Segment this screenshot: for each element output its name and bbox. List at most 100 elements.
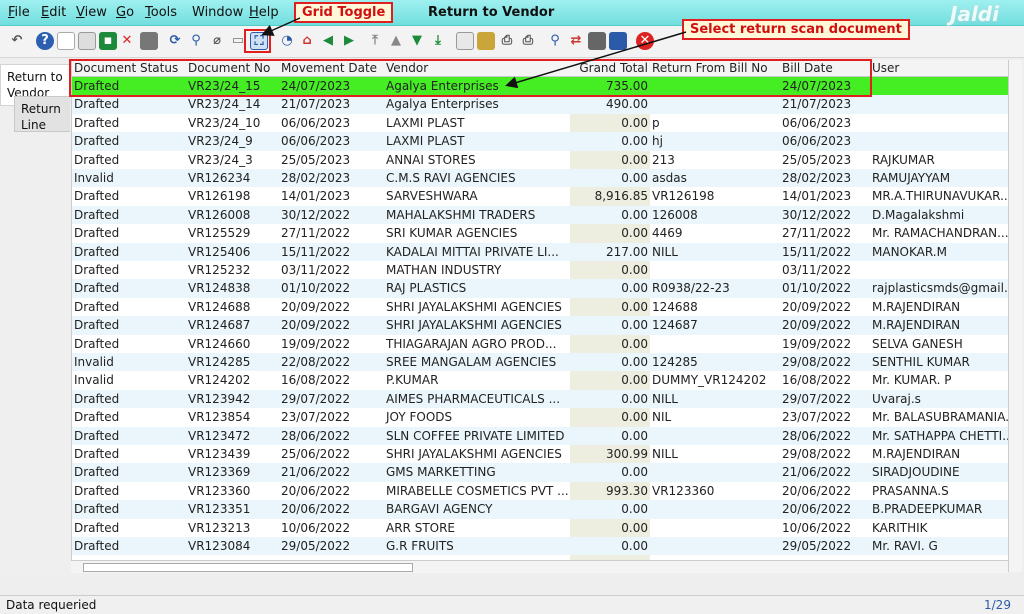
status-bar: Data requeried 1/29	[0, 595, 1024, 614]
table-row[interactable]: Drafted VR125232 03/11/2022 MATHAN INDUSTRY…	[72, 261, 1008, 279]
refresh-icon[interactable]: ⟳	[166, 32, 184, 50]
undo-icon[interactable]: ↶	[8, 32, 26, 50]
table-cell: Drafted	[74, 410, 120, 425]
home-icon[interactable]: ⌂	[298, 32, 316, 50]
attachment-icon[interactable]: ⌀	[208, 32, 226, 50]
close-icon[interactable]: ✕	[636, 32, 654, 50]
table-cell: ANNAI STORES	[386, 152, 476, 167]
table-cell: RAJ PLASTICS	[386, 281, 467, 296]
menu-help[interactable]: Help	[249, 5, 279, 20]
table-cell: Drafted	[74, 263, 120, 277]
table-row[interactable]: Invalid VR124202 16/08/2022 P.KUMAR 0.00 DUMM…	[72, 371, 1008, 389]
menu-edit[interactable]: Edit	[41, 5, 66, 20]
table-row[interactable]: Invalid VR126234 28/02/2023 C.M.S RAVI AGEN…	[72, 169, 1008, 188]
new-record-icon[interactable]	[57, 32, 75, 50]
history-icon[interactable]: ◔	[278, 32, 296, 50]
save-icon[interactable]: ▪	[99, 32, 117, 50]
last-record-icon[interactable]: ⤓	[429, 32, 447, 50]
table-cell: 10/06/2022	[782, 520, 852, 535]
copy-record-icon[interactable]	[78, 32, 96, 50]
vertical-scrollbar[interactable]	[1008, 60, 1022, 572]
save-disabled-icon[interactable]	[140, 32, 158, 50]
help-icon[interactable]: ?	[36, 32, 54, 50]
page-counter[interactable]: 1/29	[984, 598, 1011, 612]
zoom-across-icon[interactable]: ⚲	[546, 32, 564, 50]
table-cell: 22/08/2022	[281, 355, 351, 369]
table-row[interactable]: Drafted VR23/24_3 25/05/2023 ANNAI STORES 0.…	[72, 151, 1008, 169]
menu-window[interactable]: Window	[192, 5, 243, 20]
table-cell: VR123213	[188, 520, 251, 535]
next-record-icon[interactable]: ▼	[408, 32, 426, 50]
table-row[interactable]: Drafted VR125406 15/11/2022 KADALAI MITTAI …	[72, 242, 1008, 261]
table-cell: KADALAI MITTAI PRIVATE LI...	[386, 244, 559, 259]
table-cell: M.RAJENDIRAN	[872, 447, 961, 461]
table-row[interactable]: Drafted VR123439 25/06/2022 SHRI JAYALAKSHM…	[72, 445, 1008, 463]
table-row[interactable]: Drafted VR126198 14/01/2023 SARVESHWARA 8,91…	[72, 187, 1008, 205]
horizontal-scroll-thumb[interactable]	[83, 563, 413, 572]
table-cell: Drafted	[74, 465, 120, 480]
table-row[interactable]: Drafted VR123854 23/07/2022 JOY FOODS 0.00 NI…	[72, 408, 1008, 426]
table-row[interactable]: Drafted VR125529 27/11/2022 SRI KUMAR AGENC…	[72, 224, 1008, 242]
table-cell: VR123472	[188, 428, 251, 443]
menu-file[interactable]: File	[8, 5, 30, 20]
table-cell: 15/11/2022	[281, 244, 351, 259]
table-cell: 0.00	[621, 336, 648, 351]
table-cell: VR123360	[652, 483, 715, 498]
workflow-icon[interactable]: ⇄	[567, 32, 585, 50]
table-row[interactable]: Drafted VR23/24_10 06/06/2023 LAXMI PLAST 0.…	[72, 114, 1008, 132]
table-row[interactable]: Drafted VR23/24_14 21/07/2023 Agalya Enterp…	[72, 95, 1008, 114]
menu-tools[interactable]: Tools	[145, 5, 177, 20]
table-cell: rajplasticsmds@gmail...	[872, 281, 1008, 296]
table-cell: SLN COFFEE PRIVATE LIMITED	[386, 428, 565, 443]
table-row[interactable]: Drafted VR124688 20/09/2022 SHRI JAYALAKSHM…	[72, 298, 1008, 316]
table-cell: G.R FRUITS	[386, 539, 454, 553]
table-cell: Drafted	[74, 483, 120, 498]
print-preview-icon[interactable]: ⎙	[498, 32, 516, 50]
report-icon[interactable]	[456, 32, 474, 50]
parent-record-icon[interactable]: ◀	[319, 32, 337, 50]
table-cell: 20/09/2022	[281, 318, 351, 333]
table-row[interactable]: Drafted VR123472 28/06/2022 SLN COFFEE PRIV…	[72, 426, 1008, 445]
tab-return-line[interactable]: Return Line	[14, 96, 70, 132]
table-row[interactable]: Drafted VR123369 21/06/2022 GMS MARKETTING 0…	[72, 463, 1008, 482]
previous-record-icon[interactable]: ▲	[387, 32, 405, 50]
table-cell	[870, 77, 1008, 95]
table-cell	[650, 500, 778, 518]
table-cell: BARGAVI AGENCY	[386, 502, 493, 517]
horizontal-scrollbar[interactable]	[71, 560, 1008, 573]
table-cell: MAHALAKSHMI TRADERS	[386, 207, 536, 222]
table-cell: 0.00	[621, 299, 648, 314]
table-row[interactable]: Drafted VR123351 20/06/2022 BARGAVI AGENCY 0…	[72, 500, 1008, 519]
table-row[interactable]: Drafted VR23/24_9 06/06/2023 LAXMI PLAST 0.0…	[72, 132, 1008, 151]
menu-go[interactable]: Go	[116, 5, 134, 20]
database-icon[interactable]	[609, 32, 627, 50]
first-record-icon[interactable]: ⤒	[366, 32, 384, 50]
table-cell: VR125406	[188, 244, 251, 259]
column-header[interactable]: User	[870, 60, 1008, 77]
product-info-icon[interactable]	[588, 32, 606, 50]
print-icon[interactable]: ⎙	[519, 32, 537, 50]
table-cell: RAMUJAYYAM	[872, 171, 951, 185]
menu-view[interactable]: View	[76, 5, 107, 20]
table-row[interactable]: Drafted VR126008 30/12/2022 MAHALAKSHMI TRA…	[72, 205, 1008, 225]
table-row[interactable]: Drafted VR123213 10/06/2022 ARR STORE 0.00 10…	[72, 519, 1008, 537]
detail-record-icon[interactable]: ▶	[340, 32, 358, 50]
table-row[interactable]: Drafted VR123084 29/05/2022 G.R FRUITS 0.00 2…	[72, 537, 1008, 556]
table-row[interactable]: Invalid VR124285 22/08/2022 SREE MANGALAM A…	[72, 353, 1008, 372]
table-cell	[650, 463, 778, 481]
table-row[interactable]: Drafted VR124660 19/09/2022 THIAGARAJAN AGR…	[72, 335, 1008, 353]
table-cell: NILL	[652, 391, 678, 406]
table-row[interactable]: Drafted VR124838 01/10/2022 RAJ PLASTICS 0.0…	[72, 279, 1008, 298]
table-cell: 28/06/2022	[782, 428, 852, 443]
table-row[interactable]: Drafted VR123360 20/06/2022 MIRABELLE COSME…	[72, 482, 1008, 500]
table-cell: P.KUMAR	[386, 373, 439, 388]
table-cell: VR23/24_3	[188, 152, 253, 167]
table-row[interactable]: Drafted VR123942 29/07/2022 AIMES PHARMACEU…	[72, 389, 1008, 409]
table-cell: 0.00	[621, 465, 648, 480]
delete-icon[interactable]: ✕	[118, 32, 136, 50]
archive-icon[interactable]	[477, 32, 495, 50]
table-row[interactable]: Drafted VR124687 20/09/2022 SHRI JAYALAKSHM…	[72, 316, 1008, 335]
table-cell	[870, 114, 1008, 132]
find-icon[interactable]: ⚲	[187, 32, 205, 50]
table-cell: 124285	[652, 355, 698, 369]
